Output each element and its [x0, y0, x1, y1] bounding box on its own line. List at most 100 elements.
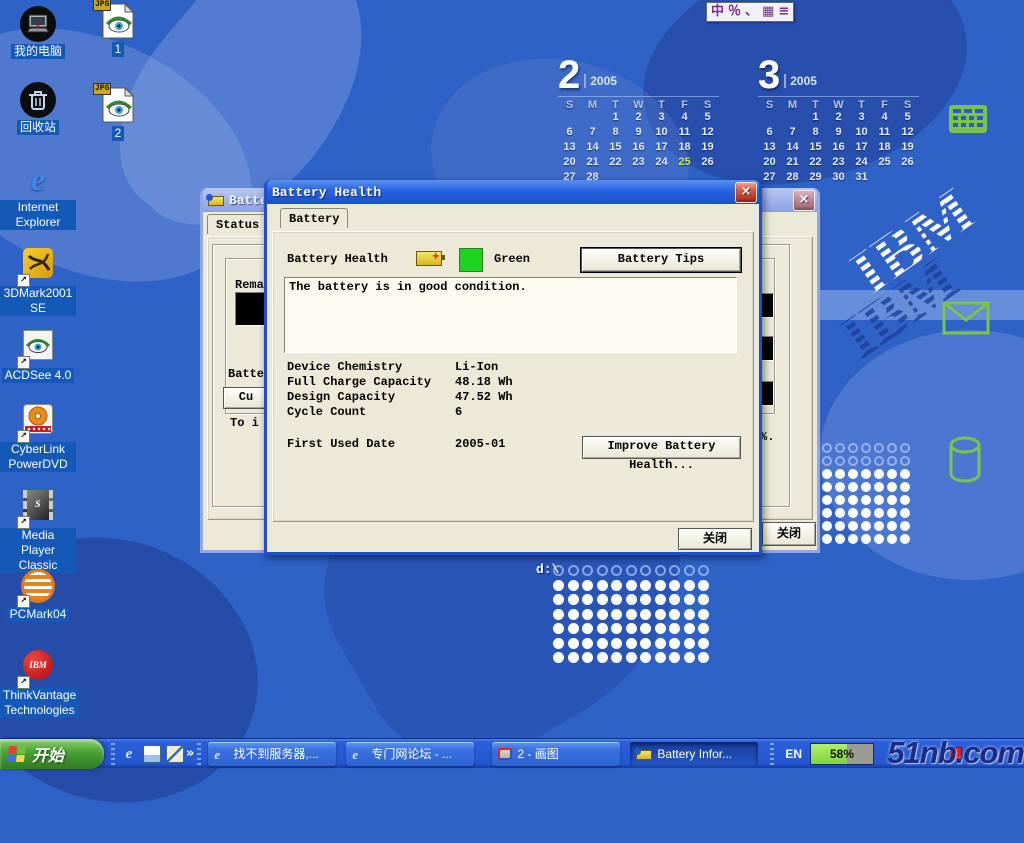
wallpaper-dot [887, 469, 897, 479]
quick-launch-ie-icon[interactable]: e [120, 745, 138, 763]
wallpaper-dot [611, 623, 622, 634]
tab-battery[interactable]: Battery [280, 208, 348, 228]
improve-battery-health-button[interactable]: Improve Battery Health... [582, 436, 741, 459]
soft-keyboard-icon[interactable]: ▦ [761, 4, 775, 20]
wallpaper-dot [861, 534, 871, 544]
jpg-badge: JPG [93, 0, 111, 11]
fullwidth-mode-icon[interactable]: ％ [727, 4, 742, 20]
wallpaper-dot [835, 508, 845, 518]
wallpaper-dot [669, 638, 680, 649]
desktop-icon-my-computer[interactable]: 我的电脑 [0, 6, 76, 60]
tab-status[interactable]: Status [207, 214, 268, 234]
battery-detail-row: Design Capacity47.52 Wh [287, 390, 727, 405]
start-button[interactable]: 开始 [0, 739, 104, 769]
desktop-icon-internet-explorer[interactable]: e Internet Explorer [0, 162, 76, 231]
wallpaper-dot [655, 565, 666, 576]
wallpaper-dot [568, 652, 579, 663]
desktop-icon-acdsee[interactable]: ↗ ACDSee 4.0 [0, 328, 76, 384]
recycle-bin-icon [20, 82, 56, 118]
taskbar-task-button-0[interactable]: 找不到服务器,... [208, 742, 336, 766]
taskbar-separator[interactable] [770, 743, 774, 765]
taskbar-task-button-2[interactable]: 2 - 画图 [492, 742, 620, 766]
chinese-input-mode-icon[interactable]: 中 [710, 4, 725, 20]
calendar-day: 2 [627, 111, 650, 126]
wallpaper-dot [640, 652, 651, 663]
wallpaper-dot [655, 638, 666, 649]
battery-health-window[interactable]: Battery Health × Battery Battery Health … [264, 180, 762, 555]
note-label: To i [230, 416, 259, 430]
desktop-icon-media-player-classic[interactable]: s ↗ Media Player Classic [0, 488, 76, 574]
taskbar-task-button-3[interactable]: Battery Infor... [630, 742, 758, 766]
calendar-day: 19 [696, 141, 719, 156]
calendar-day: 6 [758, 126, 781, 141]
calendar-day: 7 [781, 126, 804, 141]
calendar-weekday: S [558, 96, 581, 111]
calendar-day: 11 [673, 126, 696, 141]
close-button-cn[interactable]: 关闭 [678, 528, 752, 550]
close-button-cn[interactable]: 关闭 [762, 522, 816, 546]
quick-launch-show-desktop-icon[interactable] [166, 745, 184, 763]
calendar-day: 13 [758, 141, 781, 156]
ime-menu-icon[interactable]: ≡ [777, 4, 790, 20]
tray-battery-meter[interactable]: 58% [810, 743, 874, 765]
close-button[interactable]: × [793, 190, 815, 211]
wallpaper-dot [698, 623, 709, 634]
wallpaper-dot [835, 534, 845, 544]
wallpaper-dot [822, 456, 832, 466]
desktop-icon-recycle-bin[interactable]: 回收站 [0, 82, 76, 136]
calendar-weekday: T [604, 96, 627, 111]
desktop-icon-jpg-2[interactable]: JPG 2 [80, 86, 156, 142]
desktop-icon-thinkvantage[interactable]: IBM ↗ ThinkVantage Technologies [0, 648, 76, 719]
health-status-swatch [459, 248, 483, 272]
desktop-icon-3dmark2001[interactable]: ↗ 3DMark2001 SE [0, 246, 76, 317]
wallpaper-dot [655, 652, 666, 663]
wallpaper-dot [626, 580, 637, 591]
wallpaper-dot [640, 638, 651, 649]
taskbar-task-button-1[interactable]: 专门网论坛 - ... [346, 742, 474, 766]
battery-tips-button[interactable]: Battery Tips [581, 248, 741, 272]
wallpaper-dot [822, 495, 832, 505]
wallpaper-dot [669, 652, 680, 663]
calendar-day: 28 [781, 171, 804, 186]
wallpaper-dot [597, 623, 608, 634]
quick-launch-overflow-chevron[interactable]: » [186, 745, 194, 763]
detail-value: 47.52 Wh [455, 390, 513, 405]
calendar-day: 16 [627, 141, 650, 156]
calendar-day: 16 [827, 141, 850, 156]
ime-language-bar[interactable]: 中％、▦≡ [706, 2, 794, 22]
current-settings-button[interactable]: Cu [223, 387, 269, 409]
calendar-day: 31 [850, 171, 873, 186]
calendar-day: 23 [827, 156, 850, 171]
wallpaper-dot [553, 594, 564, 605]
battery-health-titlebar[interactable]: Battery Health × [267, 180, 759, 204]
wallpaper-dot [626, 594, 637, 605]
wallpaper-dot [835, 469, 845, 479]
calendar-day: 6 [558, 126, 581, 141]
first-used-value: 2005-01 [455, 437, 505, 452]
wallpaper-dot [848, 534, 858, 544]
taskbar-separator[interactable] [197, 743, 201, 765]
desktop-icon-jpg-1[interactable]: JPG 1 [80, 2, 156, 58]
close-button[interactable]: × [735, 182, 757, 203]
wallpaper-dot [684, 638, 695, 649]
calendar-weekday: S [896, 96, 919, 111]
wallpaper-dot [568, 565, 579, 576]
wallpaper-dot [861, 521, 871, 531]
wallpaper-dot [669, 594, 680, 605]
language-indicator[interactable]: EN [785, 747, 802, 761]
quick-launch-outlook-express-icon[interactable] [143, 745, 161, 763]
calendar-day: 25 [873, 156, 896, 171]
punctuation-mode-icon[interactable]: 、 [744, 4, 759, 20]
paint-icon [498, 748, 512, 760]
wallpaper-dot [835, 443, 845, 453]
quick-launch: e [118, 745, 186, 763]
task-button-label: 专门网论坛 - ... [371, 745, 452, 762]
wallpaper-dot [887, 443, 897, 453]
taskbar-separator[interactable] [111, 743, 115, 765]
calendar-day: 18 [873, 141, 896, 156]
wallpaper-dot [684, 623, 695, 634]
desktop-icon-pcmark04[interactable]: ↗ PCMark04 [0, 566, 76, 623]
desktop-icon-powerdvd[interactable]: ↗ CyberLink PowerDVD [0, 402, 76, 473]
wallpaper-dot [900, 534, 910, 544]
wallpaper-dot [861, 456, 871, 466]
